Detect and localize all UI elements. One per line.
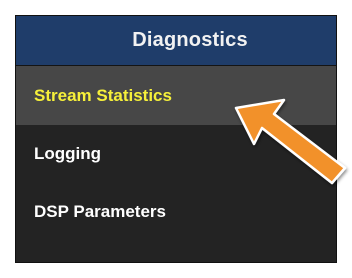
menu-item-label: Stream Statistics: [34, 85, 172, 105]
menu-item-label: Logging: [34, 144, 102, 163]
menu-title: Diagnostics: [132, 29, 248, 51]
diagnostics-menu: Diagnostics Stream Statistics Logging DS…: [15, 15, 337, 263]
menu-item-logging[interactable]: Logging: [16, 125, 336, 183]
menu-item-dsp-parameters[interactable]: DSP Parameters: [16, 183, 336, 241]
menu-item-label: DSP Parameters: [34, 202, 166, 221]
menu-header: Diagnostics: [16, 16, 336, 66]
menu-item-stream-statistics[interactable]: Stream Statistics: [16, 66, 336, 125]
